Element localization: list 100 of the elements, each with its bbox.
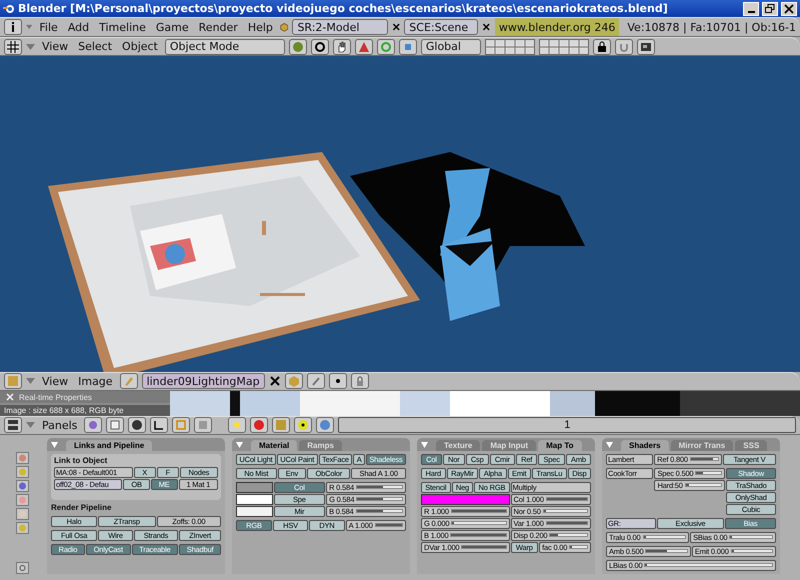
texture-button[interactable] [272,417,290,434]
layer-grid-icon[interactable] [484,38,535,55]
caret-icon[interactable] [26,44,35,50]
paint-button[interactable] [120,373,138,390]
collapse-icon[interactable] [421,442,428,448]
panel-tab[interactable]: Map To [538,440,582,451]
preview-type-button[interactable] [16,452,28,464]
script-button[interactable] [106,417,124,434]
grid-icon [7,40,19,53]
screen-field[interactable]: SR:2-Model [292,19,388,36]
buttons-icon [7,419,19,432]
lock-button[interactable] [592,38,611,55]
layer-grid-icon[interactable] [538,38,589,55]
panel-tab[interactable]: Material [251,440,298,451]
menu-item[interactable]: Panels [39,418,80,432]
radiation-icon [297,419,310,432]
slider-track[interactable] [569,545,588,550]
menu-item[interactable]: View [39,40,72,54]
menu-item[interactable]: Timeline [96,20,149,34]
slider-track[interactable] [542,509,588,514]
slider-track[interactable] [356,509,404,514]
mode-dropdown[interactable]: Object Mode [164,38,285,55]
menu-item[interactable]: Select [75,40,116,54]
slider-track[interactable] [690,457,719,462]
translate-button[interactable] [354,38,373,55]
collapse-icon[interactable] [236,442,243,448]
slider-track[interactable] [549,533,588,538]
object-button[interactable] [150,417,168,434]
maximize-button[interactable] [762,2,778,16]
menu-item[interactable]: Add [64,20,92,34]
minimize-button[interactable] [743,2,759,16]
render-button[interactable] [636,38,655,55]
snap-button[interactable] [614,38,633,55]
scale-button[interactable] [398,38,417,55]
scene-button[interactable] [194,417,212,434]
menu-item[interactable]: File [36,20,61,34]
sample-button[interactable] [328,373,347,390]
caret-icon[interactable] [26,24,32,30]
menu-item[interactable]: Game [152,20,192,34]
number-field[interactable]: 1 [338,417,796,434]
slider-track[interactable] [644,563,773,568]
slider-track[interactable] [356,485,404,490]
menu-item[interactable]: Object [119,40,161,54]
menu-item[interactable]: Help [244,20,276,34]
slider-track[interactable] [642,535,686,540]
hand-tool-button[interactable] [332,38,351,55]
image-field[interactable]: linder09LightingMap [142,373,265,390]
material-button[interactable] [250,417,268,434]
draw-type-button[interactable] [288,38,307,55]
color-swatch[interactable] [236,506,273,517]
caret-icon[interactable] [26,422,35,428]
preview-type-button[interactable] [16,480,28,492]
slider-track[interactable] [451,521,507,526]
brush-button[interactable] [306,373,325,390]
scene-field[interactable]: SCE:Scene [404,19,478,36]
preview-type-button[interactable] [16,494,28,506]
preview-type-button[interactable] [16,466,28,478]
collapse-icon[interactable] [51,442,58,448]
logic-button[interactable] [84,417,102,434]
close-button[interactable] [781,2,797,16]
color-swatch[interactable] [236,494,273,505]
panel-tab[interactable]: Shaders [621,440,669,451]
globe-icon [319,419,332,432]
window-title: Blender [M:\Personal\proyectos\proyecto videojuego coches\escenarios\krateos\escenariokrateos.blend] [18,2,669,16]
preview-type-button[interactable] [16,562,28,574]
lock-icon [596,40,608,53]
world-button[interactable] [316,417,334,434]
orientation-dropdown[interactable]: Global [420,38,481,55]
slider-track[interactable] [695,471,722,476]
face-icon [87,419,100,432]
panel-tab[interactable]: Links and Pipeline [66,440,152,451]
preview-type-button[interactable] [16,522,28,534]
menu-item[interactable]: Render [196,20,241,34]
preview-type-button[interactable] [16,508,28,520]
lamp-button[interactable] [228,417,246,434]
slider-track[interactable] [730,549,773,554]
pack-button[interactable] [284,373,303,390]
panel-title: Real-time Properties [19,392,92,402]
slider-track[interactable] [356,497,404,502]
shading-button[interactable] [128,417,146,434]
editor-type-button[interactable] [4,417,22,434]
pivot-button[interactable] [310,38,329,55]
minimize-icon [748,10,754,13]
collapse-icon[interactable] [606,442,613,448]
slider-track[interactable] [645,549,688,554]
editor-type-button[interactable] [4,19,22,36]
caret-icon[interactable] [26,378,35,384]
menu-item[interactable]: Image [75,374,116,388]
color-swatch[interactable] [236,482,273,493]
editor-type-button[interactable] [4,38,22,55]
editing-button[interactable] [172,417,190,434]
hand-icon [336,40,348,53]
sphere-icon [292,40,304,53]
scene-stats: Ve:10878 | Fa:10701 | Ob:16-1 [627,20,796,34]
rotate-button[interactable] [376,38,395,55]
slider-track[interactable] [729,535,773,540]
slider-track[interactable] [684,483,722,488]
menu-item[interactable]: View [39,374,72,388]
radiosity-button[interactable] [294,417,312,434]
color-swatch[interactable] [421,494,510,505]
